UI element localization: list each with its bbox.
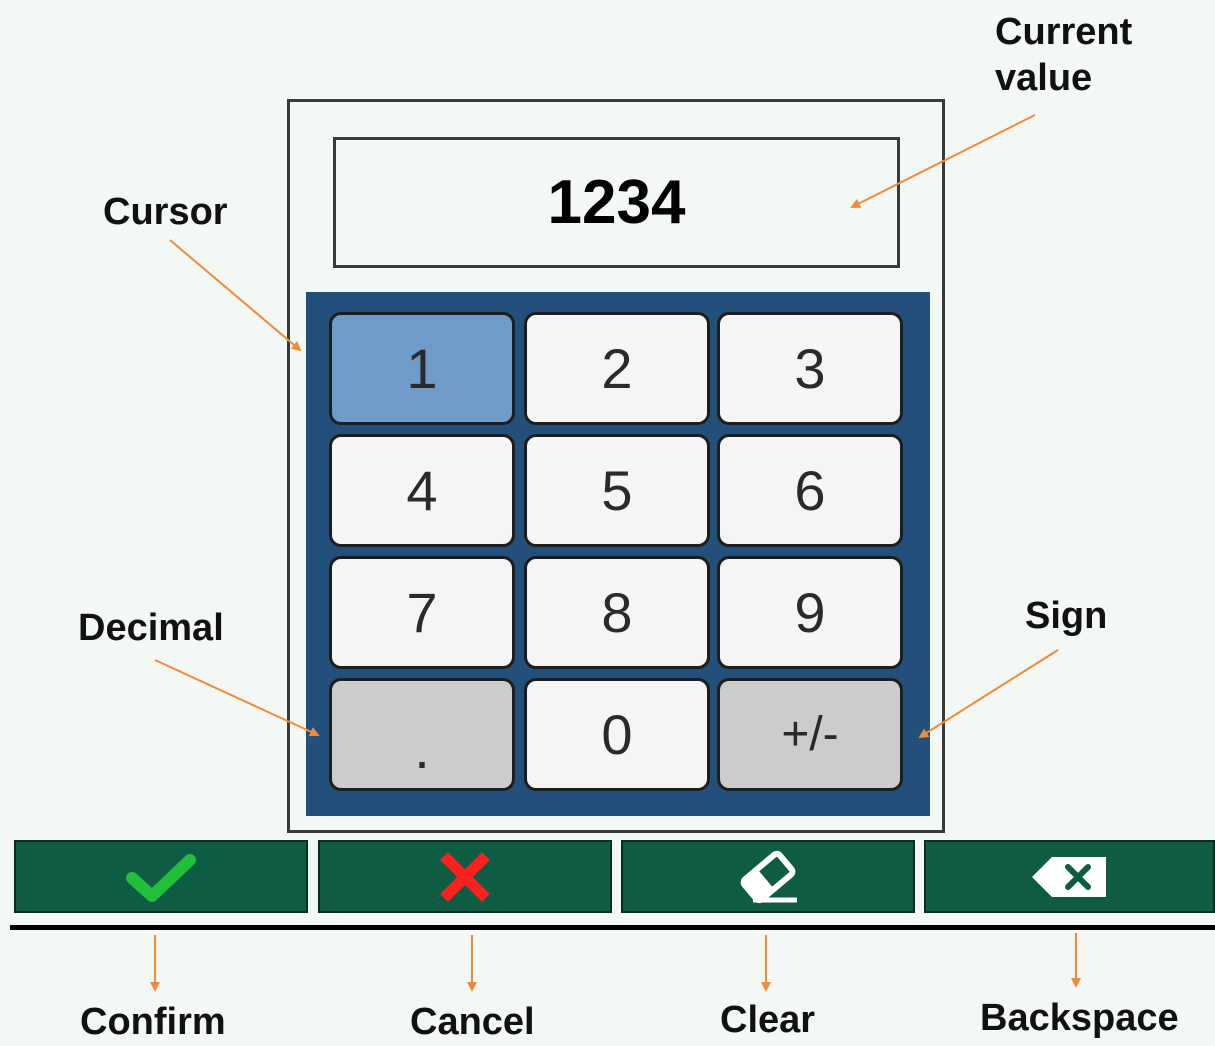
annotation-current-value: Current value [995,11,1133,99]
key-label: 4 [406,459,438,522]
key-label: 3 [794,337,826,400]
check-icon [126,853,196,902]
key-6[interactable]: 6 [717,434,903,547]
arrow-cursor [169,239,302,352]
key-0[interactable]: 0 [524,678,710,791]
annotation-cancel: Cancel [410,1001,535,1043]
key-decimal[interactable]: . [329,678,515,791]
key-label: 5 [601,459,633,522]
key-label: 7 [406,581,438,644]
key-label: 9 [794,581,826,644]
annotation-decimal: Decimal [78,607,224,649]
key-label: 1 [406,337,438,400]
toolbar-baseline [10,925,1215,930]
key-label: . [414,717,430,780]
key-7[interactable]: 7 [329,556,515,669]
x-icon [440,851,490,902]
key-label: +/- [781,708,839,761]
key-9[interactable]: 9 [717,556,903,669]
key-sign[interactable]: +/- [717,678,903,791]
backspace-button[interactable] [924,840,1215,913]
eraser-icon [740,850,797,903]
annotation-clear: Clear [720,999,816,1041]
annotation-cursor: Cursor [103,191,228,233]
annotation-confirm: Confirm [80,1001,226,1043]
key-3[interactable]: 3 [717,312,903,425]
key-label: 8 [601,581,633,644]
cancel-button[interactable] [318,840,612,913]
backspace-icon [1031,856,1106,897]
numeric-keypad: 1 2 3 4 5 6 7 8 9 . 0 +/- [306,292,930,816]
current-value-display: 1234 [333,137,900,268]
confirm-button[interactable] [14,840,308,913]
current-value-text: 1234 [547,168,686,237]
key-label: 2 [601,337,633,400]
key-label: 0 [601,703,633,766]
key-2[interactable]: 2 [524,312,710,425]
clear-button[interactable] [621,840,915,913]
key-5[interactable]: 5 [524,434,710,547]
key-4[interactable]: 4 [329,434,515,547]
key-8[interactable]: 8 [524,556,710,669]
key-1[interactable]: 1 [329,312,515,425]
annotation-sign: Sign [1025,595,1108,637]
key-label: 6 [794,459,826,522]
annotation-backspace: Backspace [980,997,1179,1039]
